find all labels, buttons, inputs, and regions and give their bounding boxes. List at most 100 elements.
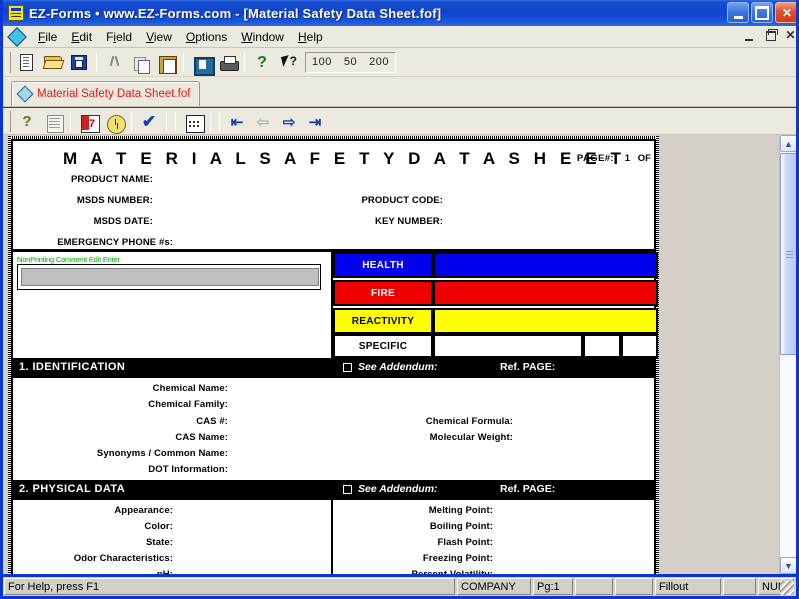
field-label-key-number: KEY NUMBER:	[375, 216, 443, 227]
copy-icon[interactable]	[128, 51, 152, 74]
status-pane-3	[575, 578, 613, 595]
hmis-label-reactivity: REACTIVITY	[333, 308, 433, 334]
form-page-number[interactable]: 1	[625, 153, 630, 164]
menu-item-view[interactable]: View	[139, 28, 179, 46]
toolbar-separator	[183, 52, 184, 72]
toolbar-separator	[210, 111, 211, 131]
field-label-chemical-name: Chemical Name:	[152, 383, 228, 394]
maximize-button[interactable]	[751, 2, 773, 23]
hmis-value-specific-extra-1[interactable]	[583, 334, 621, 358]
toolbar-separator	[166, 111, 167, 131]
field-toolbar: ? ✔ ⇤ ⇦ ⇨ ⇥	[3, 108, 796, 135]
scrollbar-track[interactable]	[780, 357, 796, 556]
zoom-50-button[interactable]: 50	[338, 56, 363, 68]
context-help-icon[interactable]	[276, 51, 300, 74]
open-icon[interactable]	[41, 51, 65, 74]
list-icon[interactable]	[41, 110, 65, 133]
calculator-icon[interactable]	[181, 110, 205, 133]
section-1-addendum-label: See Addendum:	[358, 361, 438, 373]
zoom-group: 100 50 200	[305, 51, 396, 73]
section-2-refpage-label: Ref. PAGE:	[500, 483, 556, 495]
previous-record-icon[interactable]: ⇦	[251, 110, 275, 133]
first-record-icon[interactable]: ⇤	[225, 110, 249, 133]
section-header-identification: 1. IDENTIFICATION See Addendum: Ref. PAG…	[13, 358, 654, 378]
menu-item-file[interactable]: File	[31, 28, 64, 46]
status-pane-6	[723, 578, 756, 595]
section-2-addendum-checkbox[interactable]	[343, 485, 352, 494]
new-icon[interactable]	[15, 51, 39, 74]
close-button[interactable]: ✕	[775, 2, 796, 23]
toolbar-grip[interactable]	[5, 51, 11, 73]
field-label-cas-name: CAS Name:	[175, 432, 228, 443]
calendar-icon[interactable]	[76, 110, 100, 133]
status-pane-4	[615, 578, 653, 595]
section-1-addendum-checkbox[interactable]	[343, 363, 352, 372]
form-page-of: OF	[637, 153, 651, 164]
field-label-odor-characteristics: Odor Characteristics:	[73, 553, 173, 564]
field-label-molecular-weight: Molecular Weight:	[429, 432, 513, 443]
scrollbar-thumb[interactable]	[780, 153, 796, 355]
hmis-label-specific: SPECIFIC	[333, 334, 433, 358]
next-record-icon[interactable]: ⇨	[277, 110, 301, 133]
resize-grip-icon[interactable]	[780, 581, 794, 595]
mdi-restore-button[interactable]	[764, 29, 778, 42]
zoom-100-button[interactable]: 100	[306, 56, 338, 68]
menu-item-field[interactable]: Field	[99, 28, 139, 46]
toolbar-separator	[219, 111, 220, 131]
field-label-ph: pH:	[13, 569, 173, 574]
status-mode: Fillout	[655, 578, 721, 595]
hmis-value-specific[interactable]	[433, 334, 583, 358]
msds-form-page[interactable]: M A T E R I A L S A F E T Y D A T A S H …	[11, 139, 658, 574]
menu-item-window[interactable]: Window	[234, 28, 291, 46]
section-2-body: Appearance: Color: State: Odor Character…	[13, 500, 654, 574]
comment-input[interactable]	[21, 268, 319, 286]
hmis-value-health[interactable]	[433, 252, 658, 278]
comment-hint-label: NonPrinting Comment Edit Enter	[17, 255, 120, 264]
field-label-product-code: PRODUCT CODE:	[361, 195, 443, 206]
print-preview-icon[interactable]	[189, 51, 215, 76]
save-icon[interactable]	[67, 51, 91, 74]
hmis-value-specific-extra-2[interactable]	[621, 334, 658, 358]
scroll-down-icon[interactable]: ▼	[780, 557, 796, 574]
section-2-addendum-label: See Addendum:	[358, 483, 438, 495]
scroll-up-icon[interactable]: ▲	[780, 135, 796, 152]
last-record-icon[interactable]: ⇥	[303, 110, 327, 133]
clock-icon[interactable]	[102, 110, 126, 134]
print-icon[interactable]	[215, 51, 239, 74]
mdi-window-controls: ✕	[744, 29, 796, 42]
status-help-text: For Help, press F1	[4, 578, 455, 595]
field-label-chemical-formula: Chemical Formula:	[425, 416, 513, 427]
help-icon[interactable]: ?	[250, 51, 274, 74]
toolbar-separator	[244, 52, 245, 72]
menu-item-edit[interactable]: Edit	[64, 28, 99, 46]
mdi-minimize-button[interactable]	[744, 29, 757, 42]
tab-material-safety-data-sheet[interactable]: Material Safety Data Sheet.fof	[11, 81, 201, 106]
hmis-label-fire: FIRE	[333, 280, 433, 306]
minimize-button[interactable]	[727, 2, 749, 23]
comment-box[interactable]	[17, 264, 321, 290]
field-label-melting-point: Melting Point:	[428, 505, 493, 516]
field-label-msds-date: MSDS DATE:	[93, 216, 153, 227]
mdi-close-button[interactable]: ✕	[784, 29, 796, 42]
section-1-body: Chemical Name: Chemical Family: CAS #: C…	[13, 378, 654, 480]
zoom-200-button[interactable]: 200	[363, 56, 395, 68]
field-label-msds-number: MSDS NUMBER:	[76, 195, 153, 206]
cut-icon[interactable]	[102, 51, 126, 74]
paste-icon[interactable]	[154, 51, 178, 74]
document-tab-icon	[18, 87, 32, 101]
toolbar-grip[interactable]	[5, 110, 11, 132]
title-bar: EZ-Forms • www.EZ-Forms.com - [Material …	[3, 0, 796, 26]
menu-item-options[interactable]: Options	[179, 28, 234, 46]
vertical-scrollbar[interactable]: ▲ ▼	[779, 135, 796, 574]
hmis-value-fire[interactable]	[433, 280, 658, 306]
toolbar-separator	[70, 111, 71, 131]
field-label-emergency-phone: EMERGENCY PHONE #s:	[57, 237, 173, 248]
question-icon[interactable]: ?	[15, 110, 39, 133]
menu-item-help[interactable]: Help	[291, 28, 330, 46]
field-label-cas-number: CAS #:	[196, 416, 228, 427]
hmis-value-reactivity[interactable]	[433, 308, 658, 334]
application-window: EZ-Forms • www.EZ-Forms.com - [Material …	[0, 0, 799, 599]
form-title: M A T E R I A L S A F E T Y D A T A S H …	[63, 149, 626, 168]
field-label-flash-point: Flash Point:	[437, 537, 493, 548]
checkmark-icon[interactable]: ✔	[137, 110, 161, 133]
